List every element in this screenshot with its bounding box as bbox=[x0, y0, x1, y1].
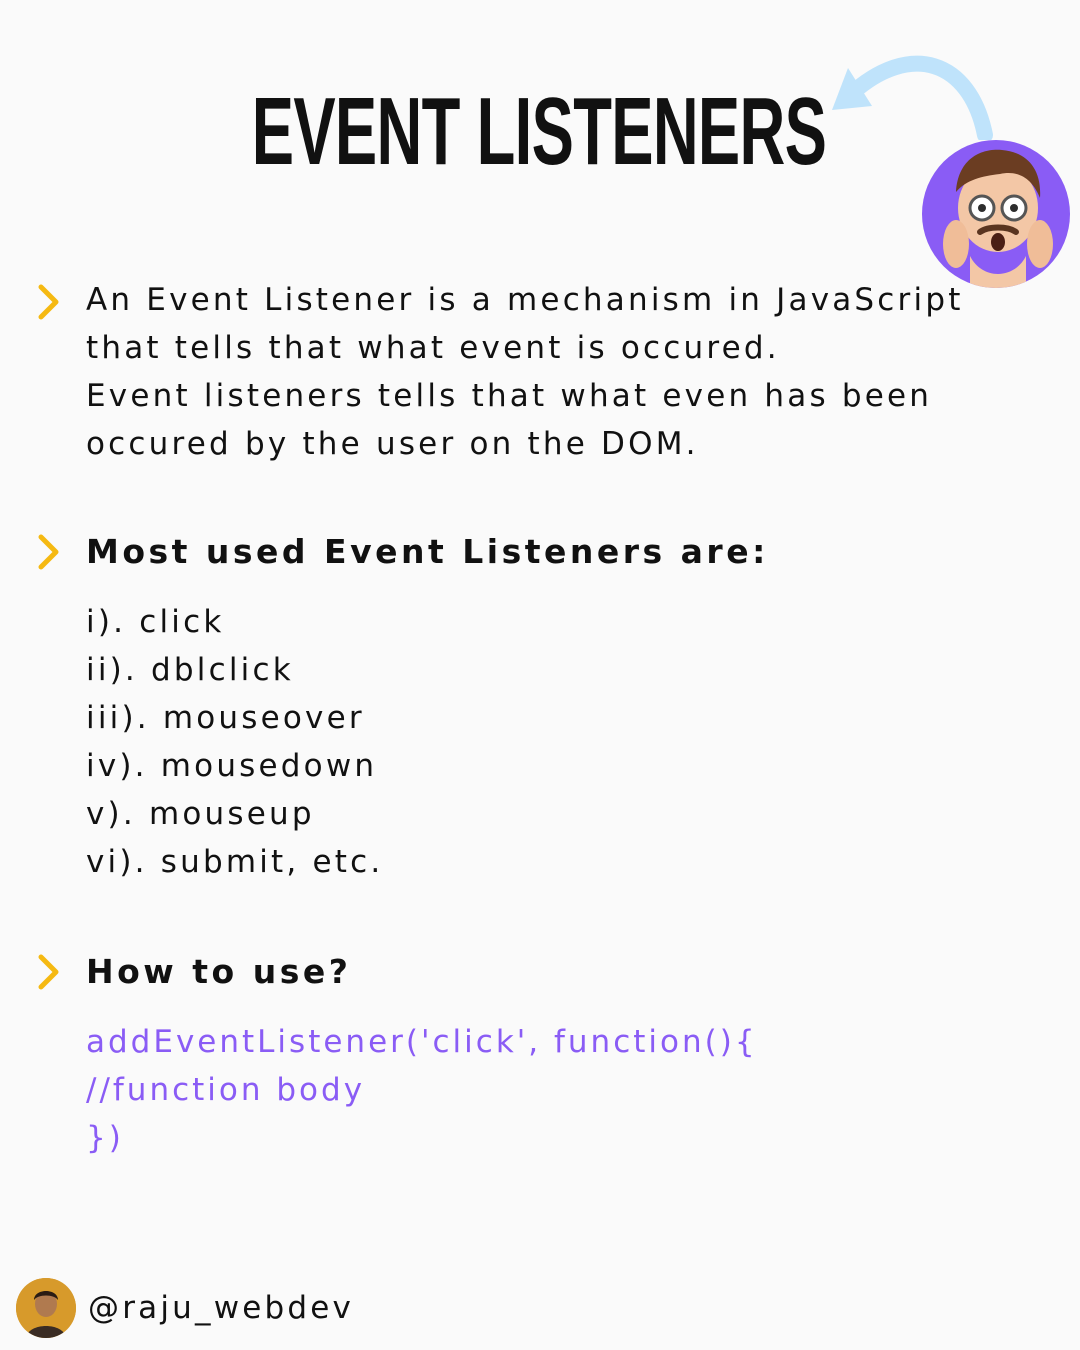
author-handle[interactable]: @raju_webdev bbox=[88, 1284, 354, 1332]
intro-line: occured by the user on the DOM. bbox=[86, 426, 699, 462]
events-heading: Most used Event Listeners are: bbox=[86, 532, 769, 571]
intro-paragraph: An Event Listener is a mechanism in Java… bbox=[86, 276, 1046, 468]
intro-line: that tells that what event is occured. bbox=[86, 330, 780, 366]
list-item: v). mouseup bbox=[86, 796, 315, 832]
usage-heading: How to use? bbox=[86, 952, 352, 991]
code-line: }) bbox=[86, 1120, 124, 1156]
chevron-right-icon bbox=[36, 534, 62, 570]
curved-arrow-icon bbox=[832, 55, 993, 140]
chevron-right-icon bbox=[36, 954, 62, 990]
list-item: iii). mouseover bbox=[86, 700, 365, 736]
intro-line: An Event Listener is a mechanism in Java… bbox=[86, 282, 964, 318]
code-line: //function body bbox=[86, 1072, 366, 1108]
code-line: addEventListener('click', function(){ bbox=[86, 1024, 758, 1060]
intro-line: Event listeners tells that what even has… bbox=[86, 378, 933, 414]
page-title: EVENT LISTENERS bbox=[251, 78, 827, 185]
code-snippet: addEventListener('click', function(){ //… bbox=[86, 1018, 758, 1162]
list-item: i). click bbox=[86, 604, 225, 640]
list-item: iv). mousedown bbox=[86, 748, 378, 784]
chevron-right-icon bbox=[36, 284, 62, 320]
events-list: i). click ii). dblclick iii). mouseover … bbox=[86, 598, 383, 886]
list-item: vi). submit, etc. bbox=[86, 844, 384, 880]
profile-avatar[interactable] bbox=[16, 1278, 76, 1338]
list-item: ii). dblclick bbox=[86, 652, 294, 688]
shocked-memoji-avatar bbox=[922, 140, 1070, 288]
